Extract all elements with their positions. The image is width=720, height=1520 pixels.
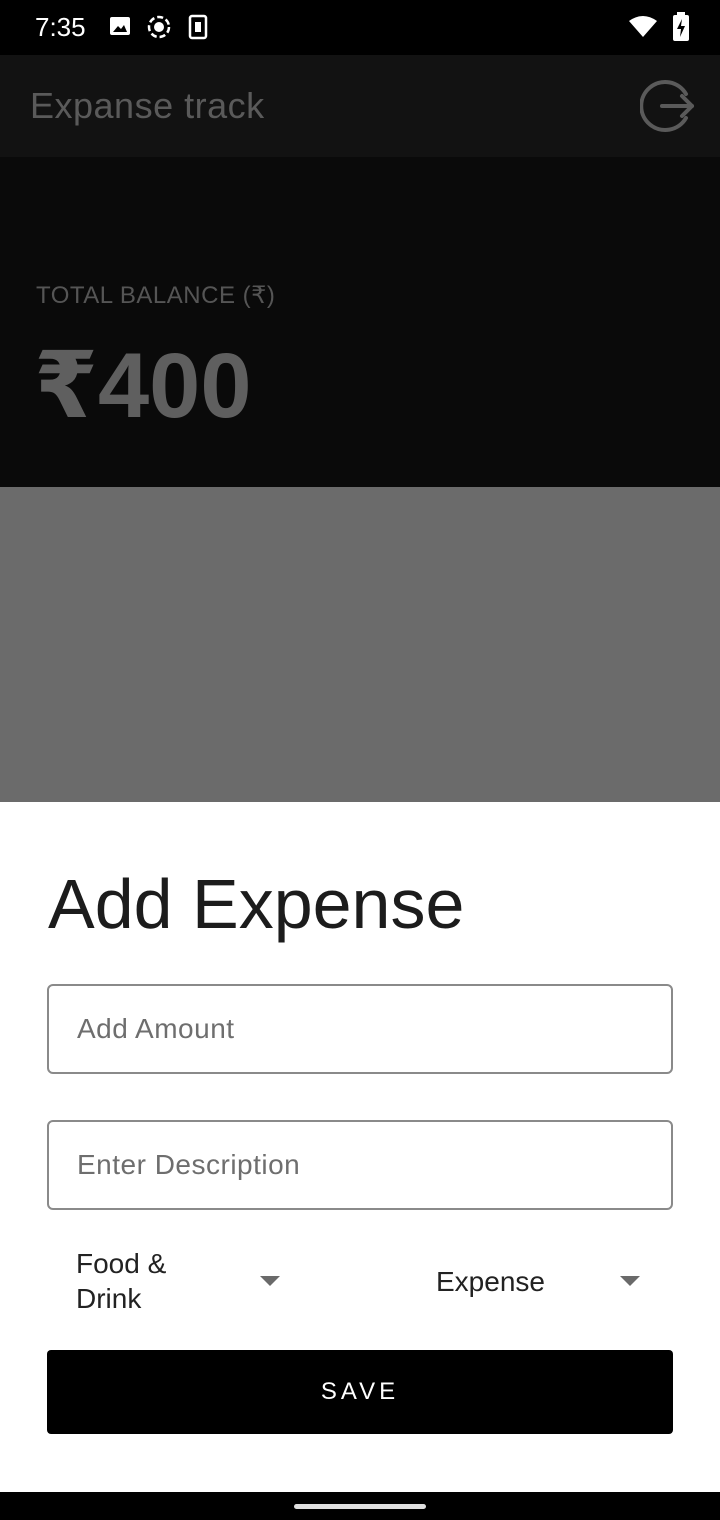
status-icons-right bbox=[628, 12, 690, 47]
battery-charging-icon bbox=[672, 12, 690, 47]
save-button[interactable]: SAVE bbox=[47, 1350, 673, 1434]
wifi-icon bbox=[628, 15, 658, 44]
sim-icon bbox=[186, 14, 210, 45]
app-bar: Expanse track bbox=[0, 55, 720, 157]
type-dropdown[interactable]: Expense bbox=[436, 1246, 646, 1316]
balance-label: TOTAL BALANCE (₹) bbox=[36, 282, 276, 309]
screen-record-icon bbox=[146, 14, 172, 45]
sheet-title: Add Expense bbox=[48, 865, 465, 943]
dropdown-arrow-icon bbox=[260, 1276, 280, 1286]
status-icons-left bbox=[108, 14, 210, 45]
dropdown-arrow-icon bbox=[620, 1276, 640, 1286]
image-icon bbox=[108, 14, 132, 45]
scrim[interactable] bbox=[0, 487, 720, 802]
navigation-bar bbox=[0, 1492, 720, 1520]
balance-amount: ₹400 bbox=[34, 335, 252, 437]
type-selected: Expense bbox=[436, 1265, 545, 1297]
logout-icon bbox=[639, 80, 696, 138]
add-expense-sheet: Add Expense Food & Drink Expense SAVE bbox=[0, 802, 720, 1492]
description-input[interactable] bbox=[47, 1120, 673, 1210]
category-dropdown[interactable]: Food & Drink bbox=[76, 1246, 286, 1316]
logout-button[interactable] bbox=[639, 78, 696, 134]
category-selected: Food & Drink bbox=[76, 1248, 167, 1314]
app-title: Expanse track bbox=[30, 85, 265, 126]
balance-card: TOTAL BALANCE (₹) ₹400 bbox=[0, 157, 720, 487]
status-bar: 7:35 bbox=[0, 0, 720, 55]
status-time: 7:35 bbox=[35, 12, 86, 42]
home-gesture-handle[interactable] bbox=[294, 1504, 426, 1509]
amount-input[interactable] bbox=[47, 984, 673, 1074]
